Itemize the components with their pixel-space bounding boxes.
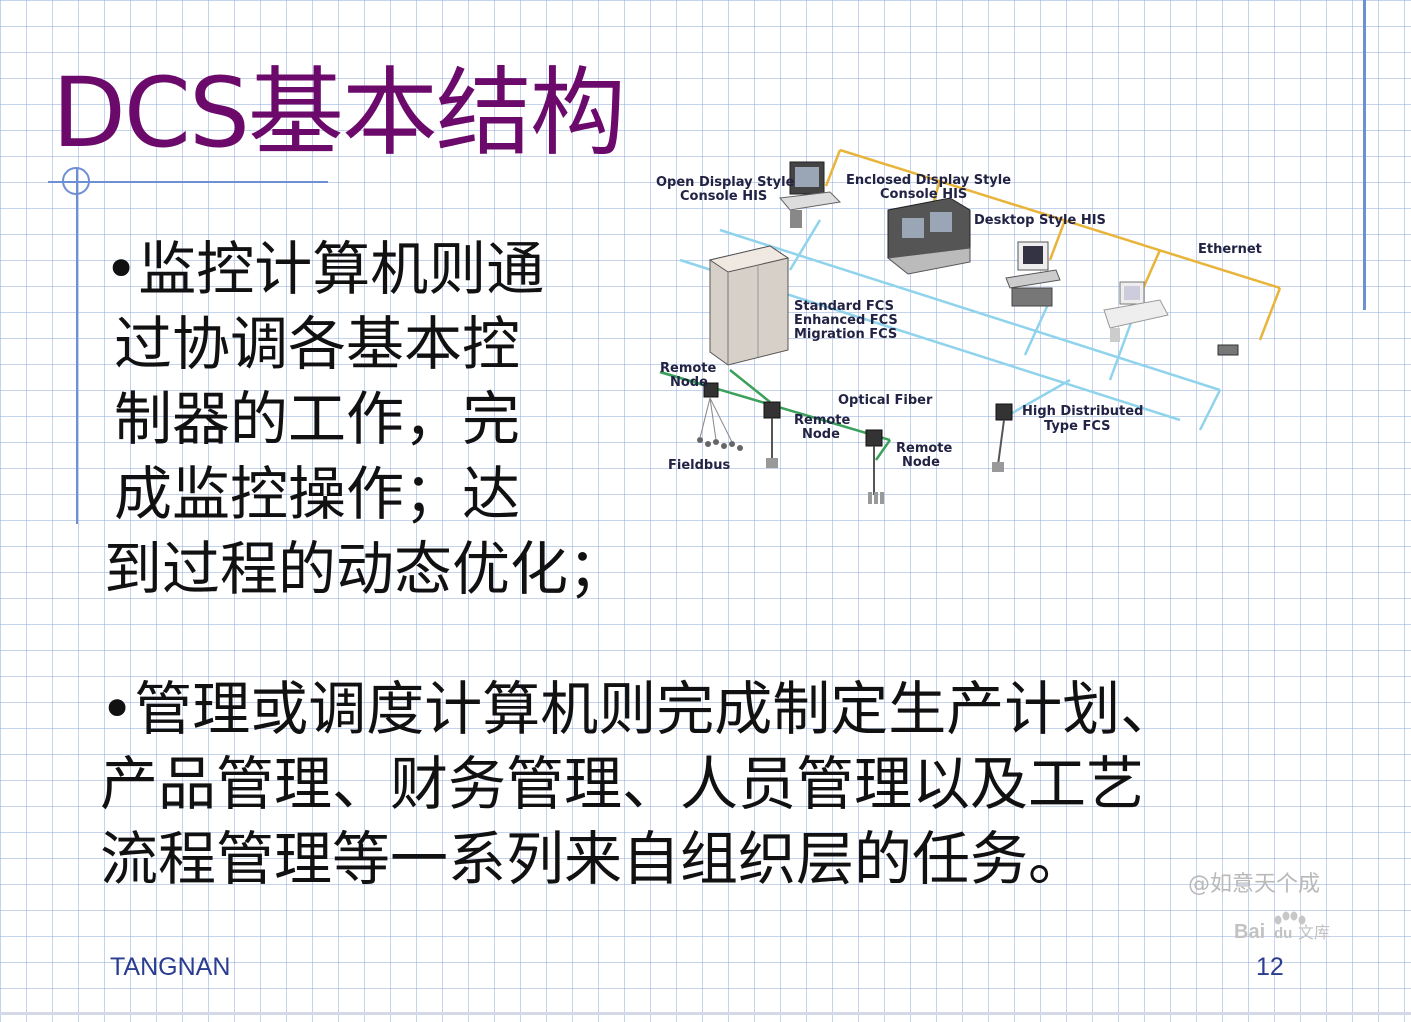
bullet-management-computer: •管理或调度计算机则完成制定生产计划、产品管理、财务管理、人员管理以及工艺 流程管… [100,672,1240,897]
workstation-icon [1103,281,1169,342]
svg-text:文库: 文库 [1298,923,1330,942]
bullet-line: 制器的工作，完 [114,385,521,453]
bullet-line: 过协调各基本控 [114,310,521,378]
label-remote-node-1-sub: Node [670,375,708,390]
label-fieldbus: Fieldbus [668,458,730,473]
dcs-network-diagram: Open Display Style Console HIS Enclosed … [656,148,1282,504]
footer-author: TANGNAN [110,953,231,981]
network-router-icon [1217,344,1239,356]
label-remote-node-1: Remote [660,361,717,376]
page-number: 12 [1256,953,1284,981]
left-rule [76,168,78,524]
bullet-line: 监控计算机则通 [138,235,545,303]
title-underline [48,181,328,183]
bullet-line: 流程管理等一系列来自组织层的任务。 [100,825,1087,893]
label-remote-node-3: Remote [896,441,953,456]
bullet-marker: • [104,235,139,303]
rule-circle-ornament [62,167,90,195]
bullet-line: 成监控操作；达 [114,460,521,528]
label-desktop-his: Desktop Style HIS [974,213,1106,228]
label-enhanced-fcs: Enhanced FCS [794,313,898,328]
bullet-marker: • [100,675,135,743]
label-high-distributed-sub: Type FCS [1044,419,1110,434]
bullet-monitoring-computer: •监控计算机则通过协调各基本控 制器的工作，完 成监控操作；达到过程的动态优化； [104,232,644,607]
enclosed-display-console-icon [886,197,971,275]
bullet-line: 管理或调度计算机则完成制定生产计划、 [134,675,1179,743]
fcs-cabinet-icon [708,245,790,366]
node-feet [766,458,1004,504]
label-open-display-sub: Console HIS [680,189,767,204]
slide-title: DCS基本结构 [52,57,626,169]
label-high-distributed: High Distributed [1022,404,1143,419]
label-remote-node-3-sub: Node [902,455,940,470]
fieldbus-instruments-icon [697,437,743,451]
svg-text:Bai: Bai [1234,921,1265,943]
bullet-line: 产品管理、财务管理、人员管理以及工艺 [100,750,1145,818]
label-ethernet: Ethernet [1198,242,1262,257]
label-open-display: Open Display Style [656,175,795,190]
label-remote-node-2: Remote [794,413,851,428]
label-migration-fcs: Migration FCS [794,327,897,342]
watermark-username: @如意天个成 [1188,872,1321,897]
label-remote-node-2-sub: Node [802,427,840,442]
svg-text:du: du [1274,925,1292,942]
bottom-divider [0,1012,1411,1015]
bullet-line: 到过程的动态优化； [104,535,627,603]
fieldbus-wires [699,397,733,443]
label-optical-fiber: Optical Fiber [838,393,933,408]
label-enclosed-display-sub: Console HIS [880,187,967,202]
right-rule [1363,0,1366,310]
label-standard-fcs: Standard FCS [794,299,894,314]
baidu-wenku-logo: Bai du 文库 [1234,911,1330,943]
label-enclosed-display: Enclosed Display Style [846,173,1011,188]
